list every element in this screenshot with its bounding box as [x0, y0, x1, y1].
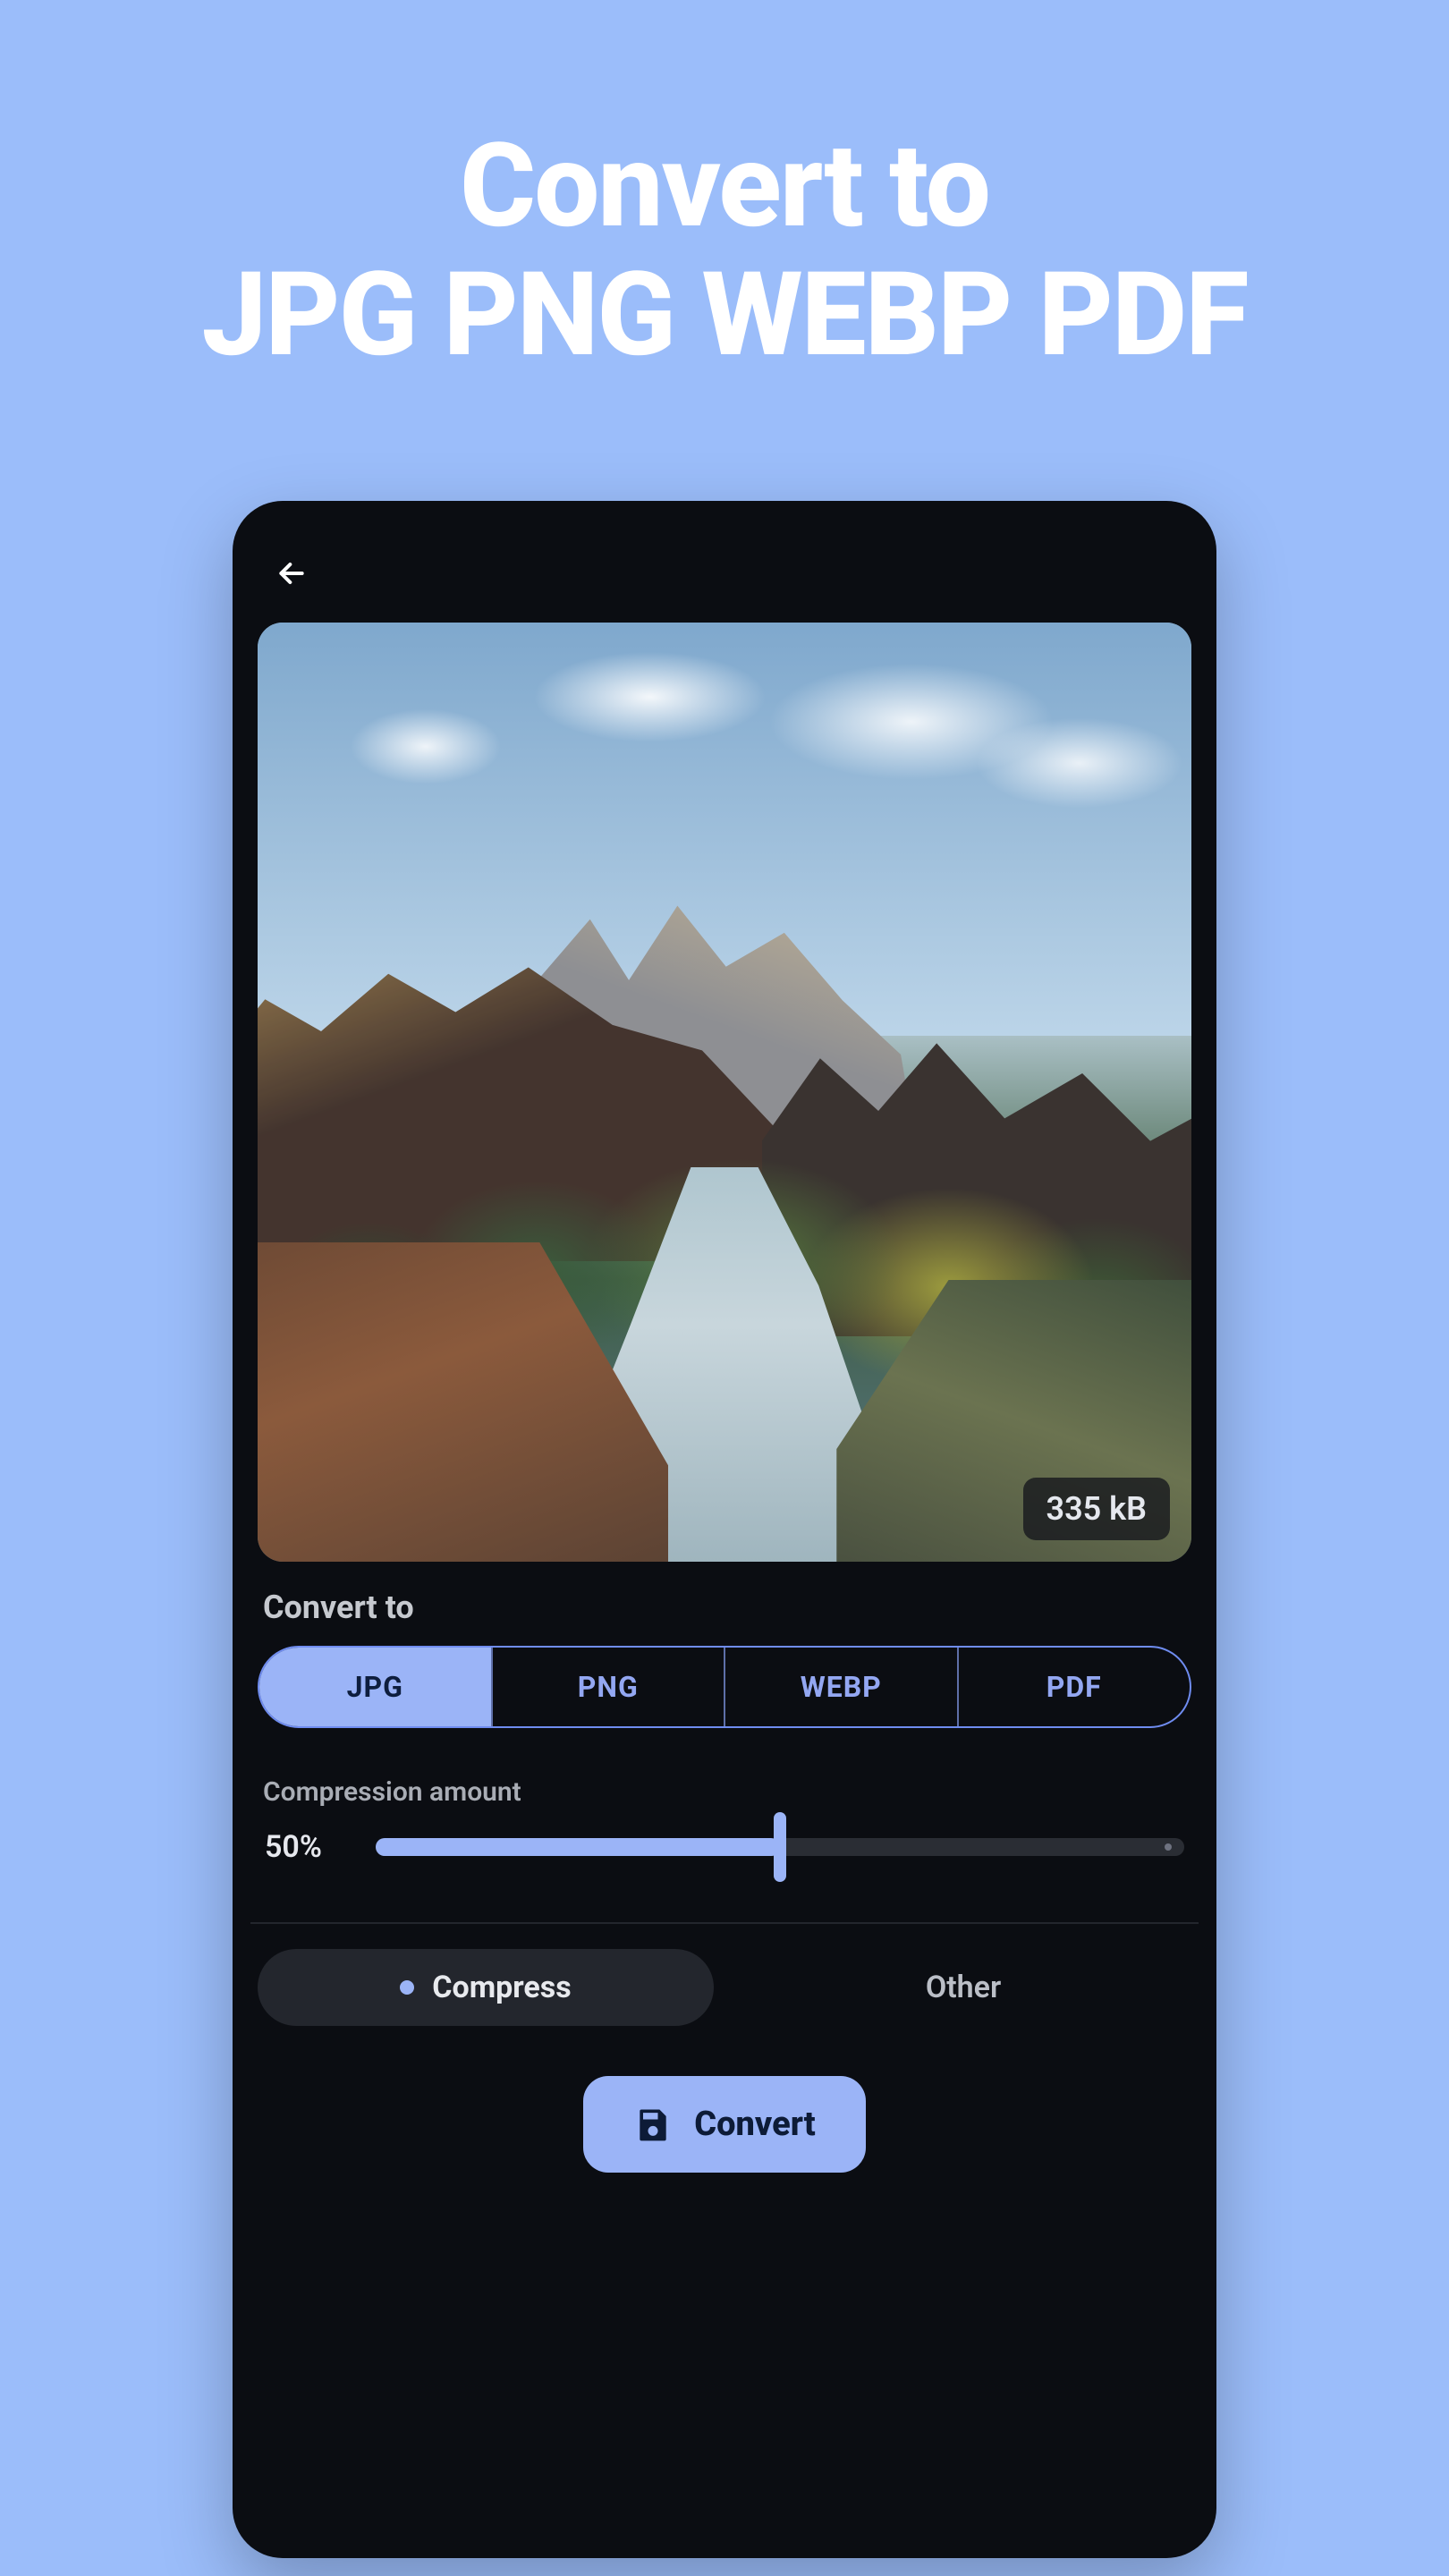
mode-compress-pill[interactable]: Compress [258, 1949, 714, 2026]
compression-value: 50% [265, 1829, 351, 1865]
back-button[interactable] [267, 548, 317, 598]
compression-slider[interactable] [376, 1822, 1184, 1872]
image-preview[interactable]: 335 kB [258, 623, 1191, 1562]
slider-fill [376, 1838, 780, 1856]
mode-compress-label: Compress [432, 1970, 571, 2005]
format-option-png[interactable]: PNG [491, 1648, 724, 1726]
slider-thumb[interactable] [774, 1812, 786, 1882]
convert-wrap: Convert [258, 2076, 1191, 2173]
hero-line-1: Convert to [0, 125, 1449, 248]
format-segmented-control: JPG PNG WEBP PDF [258, 1646, 1191, 1728]
arrow-left-icon [274, 555, 309, 591]
mode-other[interactable]: Other [735, 1970, 1191, 2005]
format-option-pdf[interactable]: PDF [957, 1648, 1191, 1726]
hero-banner: Convert to JPG PNG WEBP PDF [0, 0, 1449, 381]
mode-row: Compress Other [258, 1949, 1191, 2026]
top-bar [258, 542, 1191, 605]
divider [250, 1922, 1199, 1924]
format-option-jpg[interactable]: JPG [259, 1648, 491, 1726]
dot-indicator-icon [400, 1980, 414, 1995]
format-option-webp[interactable]: WEBP [724, 1648, 957, 1726]
compression-label: Compression amount [263, 1776, 1191, 1808]
convert-button-label: Convert [694, 2105, 816, 2144]
convert-button[interactable]: Convert [583, 2076, 866, 2173]
hero-line-2: JPG PNG WEBP PDF [0, 248, 1449, 382]
compression-row: 50% [258, 1813, 1191, 1872]
convert-to-label: Convert to [263, 1589, 1191, 1626]
save-icon [633, 2105, 673, 2144]
phone-frame: 335 kB Convert to JPG PNG WEBP PDF Compr… [233, 501, 1216, 2558]
file-size-badge: 335 kB [1023, 1478, 1171, 1540]
